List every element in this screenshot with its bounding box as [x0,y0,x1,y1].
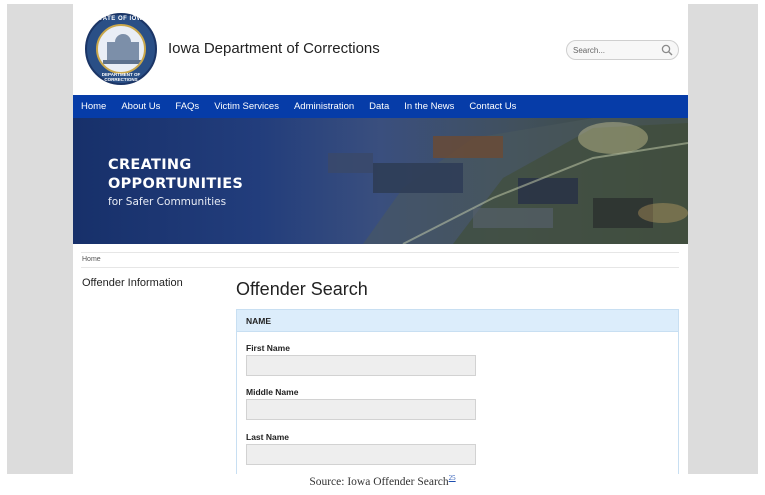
nav-victim-services[interactable]: Victim Services [214,101,279,112]
seal-bottom-text: DEPARTMENT OF CORRECTIONS [101,72,141,82]
banner-heading-line1: CREATING [108,157,192,173]
site-header: STATE OF IOWA DEPARTMENT OF CORRECTIONS … [73,4,688,95]
banner-text: CREATING OPPORTUNITIES for Safer Communi… [108,156,243,208]
site-title[interactable]: Iowa Department of Corrections [168,40,380,57]
nav-home[interactable]: Home [81,101,106,112]
seal-emblem [96,24,146,74]
caption-text: Source: Iowa Offender Search [309,475,449,488]
section-header: NAME [237,310,678,332]
first-name-label: First Name [246,343,290,353]
last-name-label: Last Name [246,432,289,442]
banner-tagline: for Safer Communities [108,196,227,208]
banner-heading-line2: OPPORTUNITIES [108,176,244,192]
web-page: STATE OF IOWA DEPARTMENT OF CORRECTIONS … [73,4,688,474]
breadcrumb: Home [81,252,679,268]
nav-administration[interactable]: Administration [294,101,354,112]
iowa-seal-logo[interactable]: STATE OF IOWA DEPARTMENT OF CORRECTIONS [85,13,157,85]
first-name-field[interactable] [246,355,476,376]
main-nav: Home About Us FAQs Victim Services Admin… [73,95,688,118]
nav-in-the-news[interactable]: In the News [404,101,454,112]
nav-faqs[interactable]: FAQs [175,101,199,112]
page-title: Offender Search [236,279,368,299]
breadcrumb-home[interactable]: Home [82,256,101,263]
screenshot-backdrop: STATE OF IOWA DEPARTMENT OF CORRECTIONS … [7,4,758,474]
hero-banner: CREATING OPPORTUNITIES for Safer Communi… [73,118,688,244]
name-search-section: NAME First Name Middle Name Last Name [236,309,679,474]
search-input[interactable] [573,44,657,57]
middle-name-field[interactable] [246,399,476,420]
last-name-field[interactable] [246,444,476,465]
footnote-link[interactable]: 25 [449,474,456,482]
sidebar-title[interactable]: Offender Information [82,277,183,289]
search-box[interactable] [566,40,679,60]
nav-contact-us[interactable]: Contact Us [469,101,516,112]
seal-top-text: STATE OF IOWA [94,16,148,22]
middle-name-label: Middle Name [246,387,299,397]
nav-about-us[interactable]: About Us [121,101,160,112]
search-icon[interactable] [661,44,673,56]
image-caption: Source: Iowa Offender Search25 [0,474,765,488]
nav-data[interactable]: Data [369,101,389,112]
